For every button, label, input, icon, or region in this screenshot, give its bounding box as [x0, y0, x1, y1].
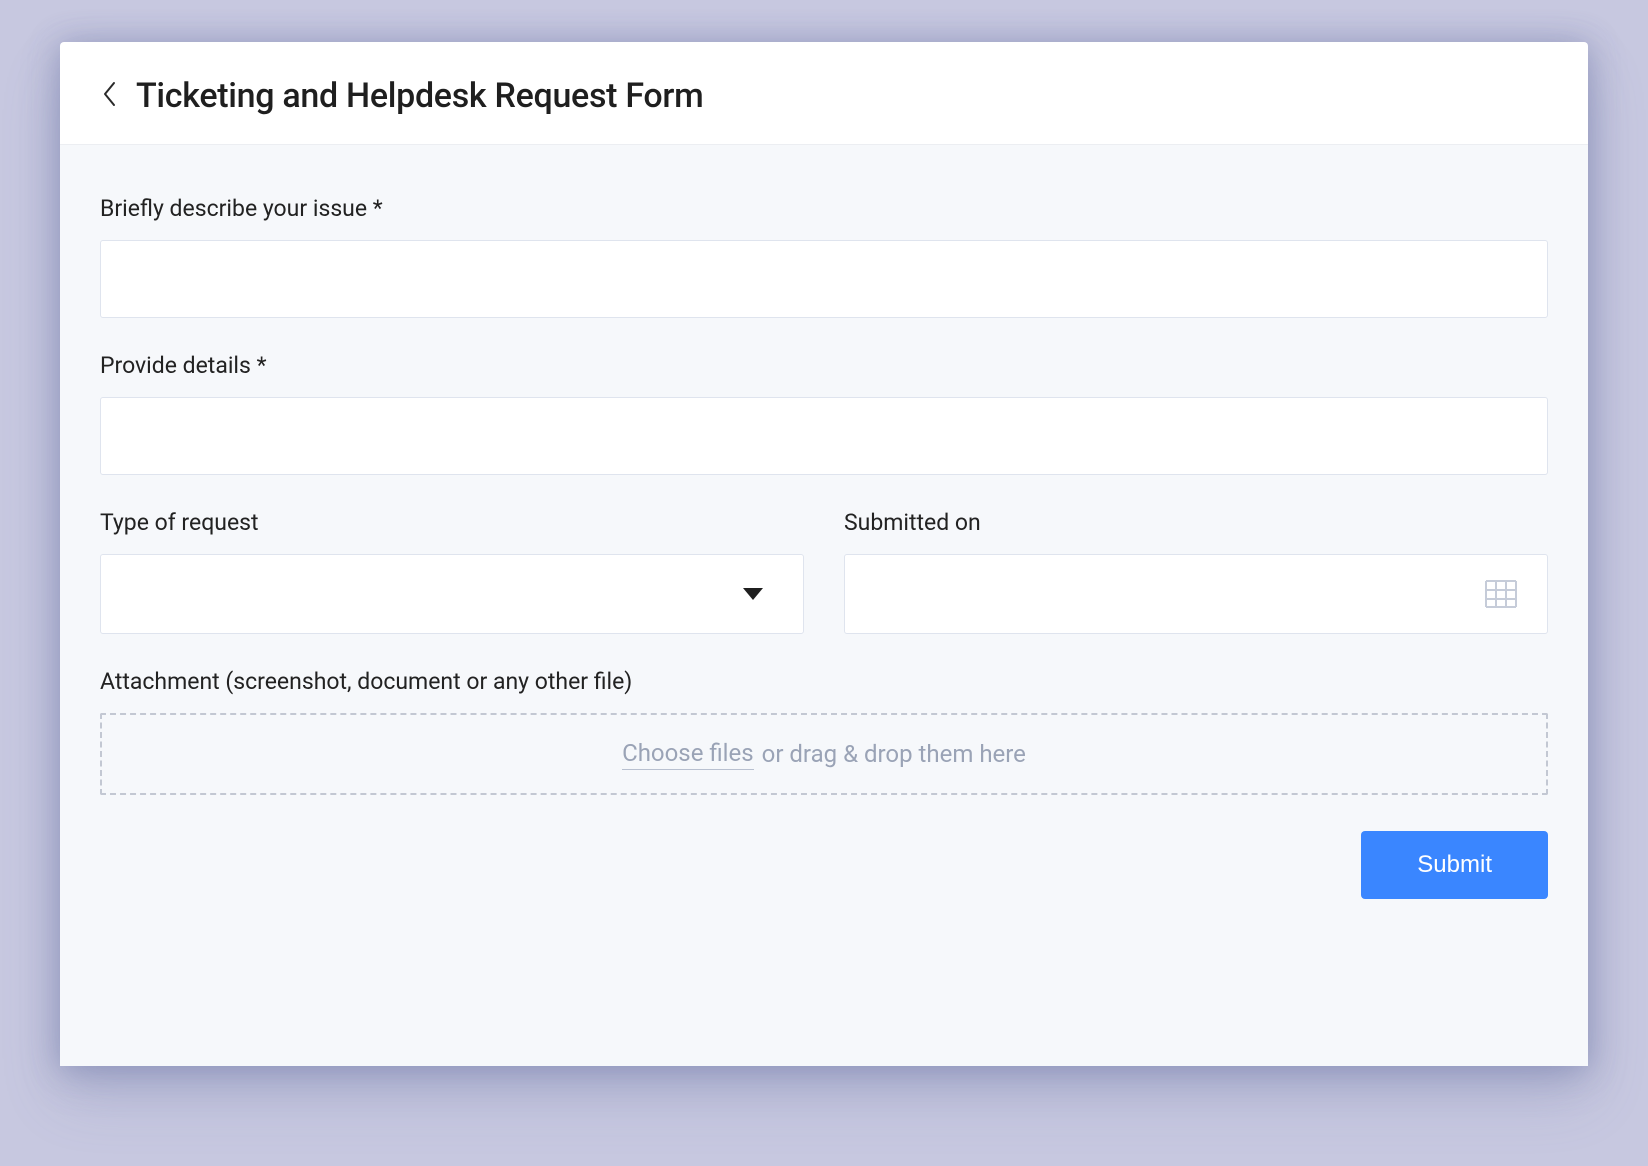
request-type-select[interactable]: [100, 554, 804, 634]
field-attachment: Attachment (screenshot, document or any …: [100, 668, 1548, 795]
form-card: Ticketing and Helpdesk Request Form Brie…: [60, 42, 1588, 1066]
calendar-icon: [1485, 580, 1517, 608]
attachment-label: Attachment (screenshot, document or any …: [100, 668, 1548, 695]
submitted-on-input[interactable]: [844, 554, 1548, 634]
details-label: Provide details *: [100, 352, 1548, 379]
submit-button[interactable]: Submit: [1361, 831, 1548, 899]
issue-label: Briefly describe your issue *: [100, 195, 1548, 222]
issue-input[interactable]: [100, 240, 1548, 318]
submitted-on-label: Submitted on: [844, 509, 1548, 536]
submit-row: Submit: [100, 831, 1548, 899]
card-header: Ticketing and Helpdesk Request Form: [60, 42, 1588, 144]
chevron-left-icon: [102, 81, 116, 111]
details-input[interactable]: [100, 397, 1548, 475]
row-type-date: Type of request Submitted on: [100, 509, 1548, 634]
attachment-dropzone[interactable]: Choose files or drag & drop them here: [100, 713, 1548, 795]
field-details: Provide details *: [100, 352, 1548, 475]
request-type-label: Type of request: [100, 509, 804, 536]
field-request-type: Type of request: [100, 509, 804, 634]
page-title: Ticketing and Helpdesk Request Form: [136, 76, 703, 116]
caret-down-icon: [743, 588, 763, 600]
drop-hint: or drag & drop them here: [762, 740, 1026, 768]
card-body: Briefly describe your issue * Provide de…: [60, 144, 1588, 1066]
field-issue: Briefly describe your issue *: [100, 195, 1548, 318]
field-submitted-on: Submitted on: [844, 509, 1548, 634]
choose-files-link[interactable]: Choose files: [622, 739, 754, 770]
back-button[interactable]: [100, 81, 118, 111]
